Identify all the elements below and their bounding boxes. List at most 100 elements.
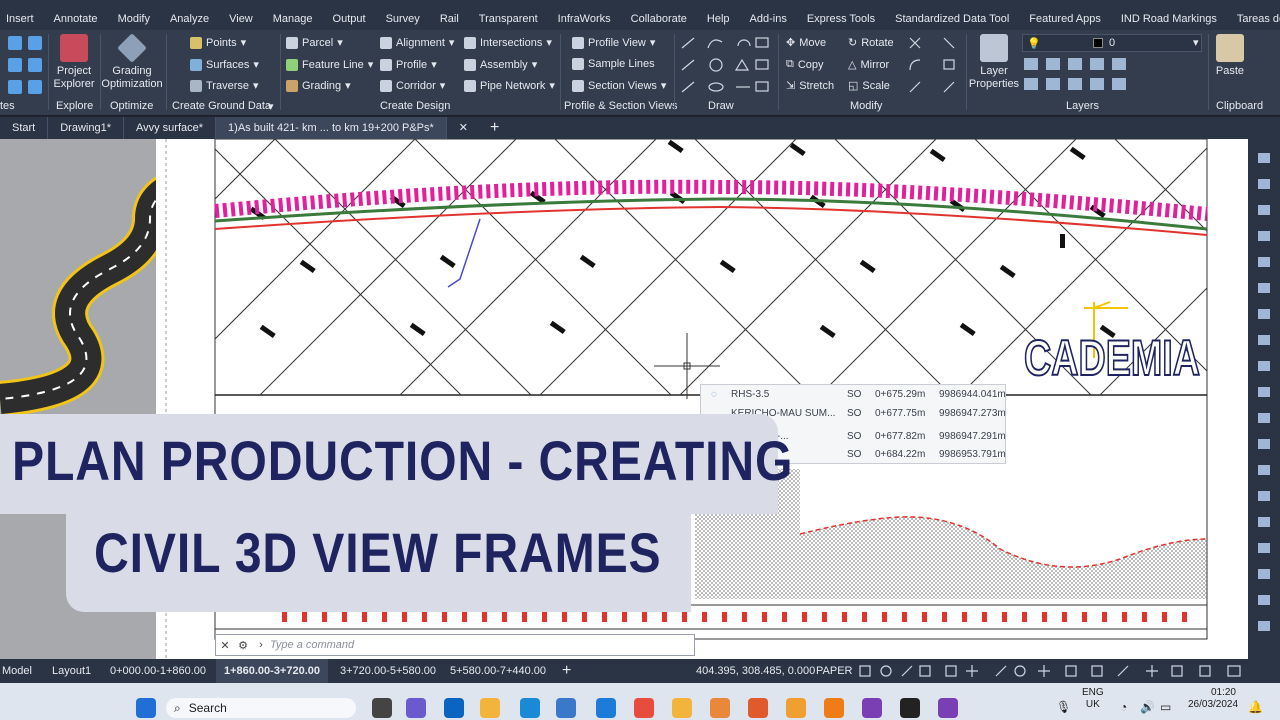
mirror-button[interactable]: △ Mirror: [848, 58, 889, 72]
brave-icon[interactable]: [748, 698, 768, 718]
edge-icon[interactable]: [520, 698, 540, 718]
folder-icon[interactable]: [672, 698, 692, 718]
tab-modify[interactable]: Modify: [108, 8, 160, 30]
file-explorer-icon[interactable]: [480, 698, 500, 718]
layout-tab-layout1[interactable]: Layout1: [52, 659, 91, 683]
settings-icon[interactable]: [28, 36, 42, 50]
doc-tab-close-icon[interactable]: ✕: [447, 117, 480, 139]
windows-start-icon[interactable]: [136, 698, 156, 718]
sample-lines-button[interactable]: Sample Lines: [572, 58, 655, 70]
layer-tools[interactable]: [1022, 56, 1202, 96]
chrome-icon[interactable]: [634, 698, 654, 718]
points-button[interactable]: Points ▾: [190, 36, 246, 49]
panel-expand-icon[interactable]: ▾: [268, 100, 274, 113]
layout-tab-sheet1[interactable]: 0+000.00-1+860.00: [110, 659, 206, 683]
taskbar-search-box[interactable]: ⌕ Search: [166, 698, 356, 718]
new-tab-plus-icon[interactable]: +: [480, 119, 509, 137]
tab-view[interactable]: View: [219, 8, 263, 30]
doc-tab-as-built[interactable]: 1)As built 421- km ... to km 19+200 P&Ps…: [216, 117, 447, 139]
app-icon[interactable]: [596, 698, 616, 718]
rotate-button[interactable]: ↻ Rotate: [848, 36, 894, 50]
tab-rail[interactable]: Rail: [430, 8, 469, 30]
civil3d-icon[interactable]: [862, 698, 882, 718]
project-explorer-button[interactable]: Project Explorer: [50, 32, 98, 91]
stretch-button[interactable]: ⇲ Stretch: [786, 79, 834, 93]
wifi-icon[interactable]: ◔: [1120, 700, 1127, 714]
store-icon[interactable]: [556, 698, 576, 718]
tab-manage[interactable]: Manage: [263, 8, 323, 30]
clock[interactable]: 01:20 26/03/2024: [1188, 687, 1238, 711]
outlook-icon[interactable]: [444, 698, 464, 718]
tab-standardized-data-tool[interactable]: Standardized Data Tool: [885, 8, 1019, 30]
layout-tab-sheet3[interactable]: 3+720.00-5+580.00: [340, 659, 436, 683]
draw-tools[interactable]: [680, 36, 776, 96]
grading-button[interactable]: Grading ▾: [286, 79, 351, 92]
scale-button[interactable]: ◱ Scale: [848, 79, 890, 93]
teams-icon[interactable]: [406, 698, 426, 718]
paper-space-toggle[interactable]: PAPER: [816, 659, 852, 683]
layer-dropdown[interactable]: 💡 0 ▾: [1022, 34, 1202, 52]
notifications-icon[interactable]: 🔔: [1248, 700, 1263, 714]
layout-tab-sheet4[interactable]: 5+580.00-7+440.00: [450, 659, 546, 683]
list-icon[interactable]: [28, 58, 42, 72]
microphone-icon[interactable]: 🎙: [1056, 700, 1071, 714]
vlc-icon[interactable]: [824, 698, 844, 718]
parcel-button[interactable]: Parcel ▾: [286, 36, 343, 49]
grid-icon[interactable]: [8, 58, 22, 72]
battery-icon[interactable]: ▭: [1160, 700, 1171, 714]
copy-button[interactable]: ⧉ Copy: [786, 58, 824, 71]
tab-analyze[interactable]: Analyze: [160, 8, 219, 30]
add-layout-plus-icon[interactable]: +: [562, 659, 571, 683]
assembly-button[interactable]: Assembly ▾: [464, 58, 537, 71]
command-input[interactable]: Type a command: [270, 639, 354, 651]
palettes-icons[interactable]: [6, 34, 46, 94]
doc-tab-start[interactable]: Start: [0, 117, 49, 139]
pipe-network-button[interactable]: Pipe Network ▾: [464, 79, 555, 92]
tab-survey[interactable]: Survey: [376, 8, 430, 30]
layout-tab-sheet2[interactable]: 1+860.00-3+720.00: [216, 659, 328, 683]
alignment-button[interactable]: Alignment ▾: [380, 36, 454, 49]
status-toolbar-icons[interactable]: [856, 659, 1256, 683]
move-button[interactable]: ✥ Move: [786, 36, 826, 50]
tab-collaborate[interactable]: Collaborate: [621, 8, 697, 30]
volume-icon[interactable]: 🔊: [1140, 700, 1155, 714]
palette-icon[interactable]: [8, 36, 22, 50]
draw-tools-icons[interactable]: [680, 36, 776, 96]
tab-express-tools[interactable]: Express Tools: [797, 8, 885, 30]
tab-infraworks[interactable]: InfraWorks: [548, 8, 621, 30]
tab-tareas-de-mapa[interactable]: Tareas de Mapa: [1227, 8, 1280, 30]
doc-tab-drawing1[interactable]: Drawing1*: [48, 117, 124, 139]
layer-tool-icons[interactable]: [1022, 56, 1202, 96]
modify-extra-tools[interactable]: [906, 36, 962, 96]
tab-featured-apps[interactable]: Featured Apps: [1019, 8, 1111, 30]
wrench-icon[interactable]: ⚙: [234, 639, 252, 652]
tab-ind-road-markings[interactable]: IND Road Markings: [1111, 8, 1227, 30]
tab-output[interactable]: Output: [323, 8, 376, 30]
section-views-button[interactable]: Section Views ▾: [572, 79, 666, 92]
trim-fillet-icons[interactable]: [906, 36, 962, 96]
grading-optimization-button[interactable]: Grading Optimization: [100, 32, 164, 91]
profile-button[interactable]: Profile ▾: [380, 58, 437, 71]
search-app-icon[interactable]: [786, 698, 806, 718]
corridor-button[interactable]: Corridor ▾: [380, 79, 445, 92]
close-icon[interactable]: ✕: [216, 639, 234, 652]
layout-tab-model[interactable]: Model: [2, 659, 32, 683]
layer-properties-button[interactable]: Layer Properties: [968, 32, 1020, 91]
profile-view-button[interactable]: Profile View ▾: [572, 36, 655, 49]
traverse-button[interactable]: Traverse ▾: [190, 79, 259, 92]
app-icon[interactable]: [938, 698, 958, 718]
table-icon[interactable]: [8, 80, 22, 94]
paste-button[interactable]: Paste: [1210, 32, 1250, 78]
doc-tab-avvy-surface[interactable]: Avvy surface*: [124, 117, 217, 139]
tab-add-ins[interactable]: Add-ins: [740, 8, 797, 30]
panel-icon[interactable]: [28, 80, 42, 94]
app-icon[interactable]: [710, 698, 730, 718]
command-line[interactable]: ✕ ⚙ › Type a command: [215, 634, 695, 656]
intersections-button[interactable]: Intersections ▾: [464, 36, 552, 49]
feature-line-button[interactable]: Feature Line ▾: [286, 58, 373, 71]
right-tool-palette[interactable]: [1248, 139, 1280, 659]
tab-help[interactable]: Help: [697, 8, 740, 30]
language-indicator[interactable]: ENG UK: [1082, 687, 1104, 711]
obs-icon[interactable]: [900, 698, 920, 718]
surfaces-button[interactable]: Surfaces ▾: [190, 58, 259, 71]
